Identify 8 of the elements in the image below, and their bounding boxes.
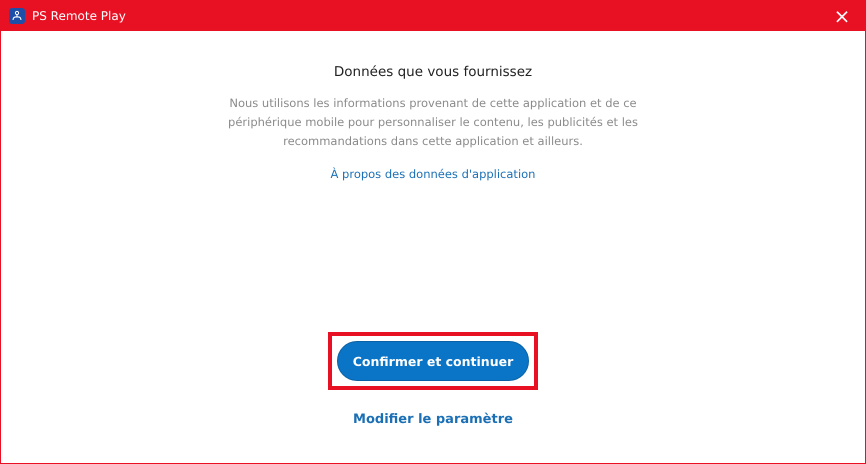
heading: Données que vous fournissez (334, 64, 532, 80)
modify-setting-link[interactable]: Modifier le paramètre (353, 412, 513, 427)
about-data-link[interactable]: À propos des données d'application (330, 167, 536, 181)
close-button[interactable]: × (819, 0, 865, 31)
app-icon (9, 8, 25, 24)
confirm-button[interactable]: Confirmer et continuer (337, 341, 529, 381)
window-title: PS Remote Play (32, 8, 127, 22)
description: Nous utilisons les informations provenant de cette application et de ce périphérique mobile pour personnaliser le contenu, les publicités et les recommandations dans cette application et ailleurs. (227, 95, 639, 150)
